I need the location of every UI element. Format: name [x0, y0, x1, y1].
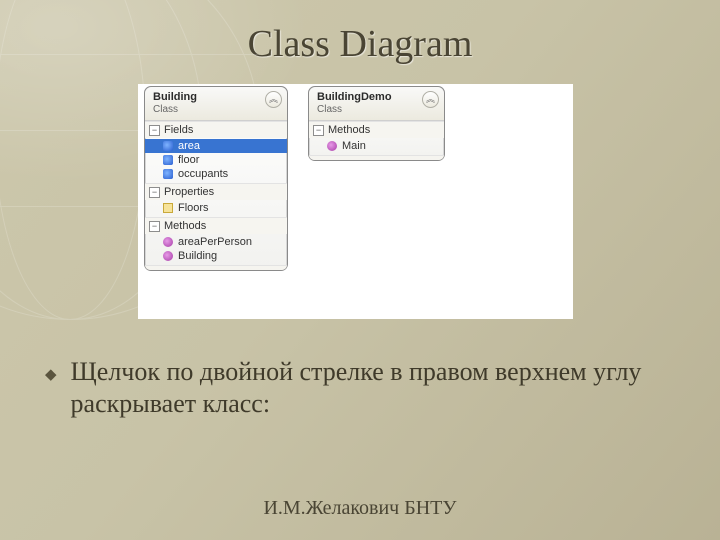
section-header[interactable]: − Properties	[145, 184, 287, 200]
method-item-building[interactable]: Building	[145, 249, 287, 263]
section-label: Fields	[164, 124, 193, 136]
minus-toggle-icon[interactable]: −	[149, 187, 160, 198]
section-label: Methods	[164, 220, 206, 232]
method-icon	[163, 251, 173, 261]
property-item-floors[interactable]: Floors	[145, 201, 287, 215]
field-icon	[163, 169, 173, 179]
section-label: Properties	[164, 186, 214, 198]
method-label: Main	[342, 140, 366, 152]
section-fields: − Fields area floor occupants	[145, 121, 287, 183]
classbox-header[interactable]: Building Class ︽	[145, 87, 287, 121]
collapse-chevron-icon[interactable]: ︽	[265, 91, 282, 108]
field-label: occupants	[178, 168, 228, 180]
field-item-occupants[interactable]: occupants	[145, 167, 287, 181]
method-icon	[327, 141, 337, 151]
method-label: areaPerPerson	[178, 236, 252, 248]
slide-title: Class Diagram	[0, 0, 720, 66]
classbox-header[interactable]: BuildingDemo Class ︽	[309, 87, 444, 121]
property-label: Floors	[178, 202, 209, 214]
field-item-area[interactable]: area	[145, 139, 287, 153]
method-label: Building	[178, 250, 217, 262]
section-methods: − Methods Main	[309, 121, 444, 155]
section-properties: − Properties Floors	[145, 183, 287, 217]
field-item-floor[interactable]: floor	[145, 153, 287, 167]
slide-footer: И.М.Желакович БНТУ	[0, 497, 720, 520]
class-name: BuildingDemo	[317, 91, 438, 103]
bullet-list: ◆ Щелчок по двойной стрелке в правом вер…	[45, 356, 660, 420]
method-item-main[interactable]: Main	[309, 139, 444, 153]
collapse-chevron-icon[interactable]: ︽	[422, 91, 439, 108]
minus-toggle-icon[interactable]: −	[313, 125, 324, 136]
method-item-areaperperson[interactable]: areaPerPerson	[145, 235, 287, 249]
field-label: floor	[178, 154, 199, 166]
section-header[interactable]: − Fields	[145, 122, 287, 138]
minus-toggle-icon[interactable]: −	[149, 221, 160, 232]
classbox-buildingdemo[interactable]: BuildingDemo Class ︽ − Methods Main	[308, 86, 445, 161]
class-diagram-canvas: Building Class ︽ − Fields area floor	[138, 84, 573, 319]
section-methods: − Methods areaPerPerson Building	[145, 217, 287, 265]
field-icon	[163, 155, 173, 165]
minus-toggle-icon[interactable]: −	[149, 125, 160, 136]
class-kind: Class	[317, 104, 438, 115]
method-icon	[163, 237, 173, 247]
classbox-building[interactable]: Building Class ︽ − Fields area floor	[144, 86, 288, 271]
bullet-icon: ◆	[45, 356, 57, 420]
section-label: Methods	[328, 124, 370, 136]
section-header[interactable]: − Methods	[145, 218, 287, 234]
class-kind: Class	[153, 104, 281, 115]
class-name: Building	[153, 91, 281, 103]
bullet-text: Щелчок по двойной стрелке в правом верхн…	[71, 356, 660, 420]
field-icon	[163, 141, 173, 151]
field-label: area	[178, 140, 200, 152]
property-icon	[163, 203, 173, 213]
section-header[interactable]: − Methods	[309, 122, 444, 138]
